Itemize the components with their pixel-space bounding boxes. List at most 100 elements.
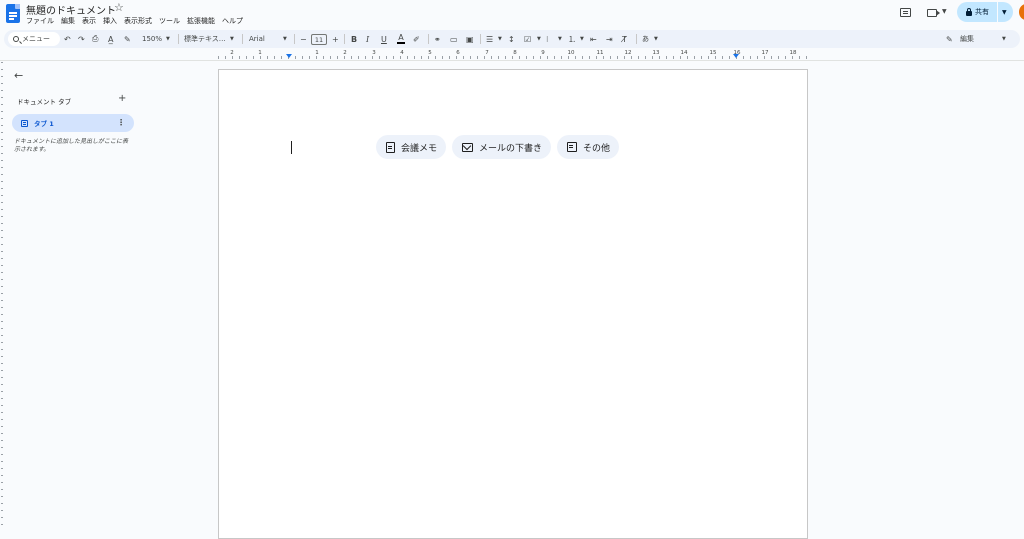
menu-file[interactable]: ファイル <box>26 16 54 26</box>
search-icon <box>13 36 19 42</box>
ruler-number: 1 <box>315 50 319 56</box>
ruler-number: 12 <box>624 50 632 56</box>
avatar[interactable] <box>1019 4 1024 20</box>
checklist-icon[interactable]: ☑ <box>524 30 531 48</box>
ruler-ticks <box>218 56 808 59</box>
chevron-down-icon[interactable]: ▼ <box>942 8 947 15</box>
ruler-number: 6 <box>456 50 460 56</box>
print-icon[interactable]: ⎙ <box>92 30 98 48</box>
spellcheck-icon[interactable]: A̲ <box>108 30 113 48</box>
chevron-down-icon[interactable]: ▼ <box>166 30 170 48</box>
menu-help[interactable]: ヘルプ <box>222 16 243 26</box>
chevron-down-icon[interactable]: ▼ <box>558 30 562 48</box>
more-chip[interactable]: その他 <box>557 135 620 159</box>
chip-label: 会議メモ <box>401 143 438 154</box>
ruler-number: 3 <box>372 50 376 56</box>
chevron-down-icon[interactable]: ▼ <box>498 30 502 48</box>
divider <box>636 34 637 44</box>
align-icon[interactable]: ☰ <box>486 30 493 48</box>
divider <box>344 34 345 44</box>
menu-format[interactable]: 表示形式 <box>124 16 152 26</box>
menu-bar: ファイル 編集 表示 挿入 表示形式 ツール 拡張機能 ヘルプ <box>26 16 243 26</box>
star-icon[interactable]: ☆ <box>114 1 124 14</box>
search-placeholder: メニュー <box>22 35 50 43</box>
line-spacing-icon[interactable]: ↕ <box>508 30 515 48</box>
email-draft-chip[interactable]: メールの下書き <box>452 135 552 159</box>
divider <box>242 34 243 44</box>
divider <box>428 34 429 44</box>
ruler-number: 2 <box>343 50 347 56</box>
more-vert-icon[interactable]: ⋮ <box>117 118 125 127</box>
menu-tools[interactable]: ツール <box>159 16 180 26</box>
document-title[interactable]: 無題のドキュメント <box>26 2 116 17</box>
chevron-down-icon[interactable]: ▼ <box>1002 30 1006 48</box>
divider <box>178 34 179 44</box>
menu-extensions[interactable]: 拡張機能 <box>187 16 215 26</box>
docs-logo-icon[interactable] <box>6 4 20 23</box>
numbered-list-icon[interactable]: ⒈ <box>568 30 576 48</box>
decrease-indent-icon[interactable]: ⇤ <box>590 30 597 48</box>
ruler-number: 8 <box>513 50 517 56</box>
ruler-number: 4 <box>400 50 404 56</box>
ruler-number: 9 <box>541 50 545 56</box>
plus-icon[interactable]: + <box>118 93 126 104</box>
plus-icon[interactable]: + <box>332 30 339 48</box>
ruler-number: 13 <box>652 50 660 56</box>
share-main[interactable]: 共有 <box>957 2 997 22</box>
left-indent-marker[interactable] <box>286 54 292 58</box>
document-page[interactable]: 会議メモ メールの下書き その他 <box>218 69 808 539</box>
undo-icon[interactable]: ↶ <box>64 30 71 48</box>
ruler-number: 17 <box>761 50 769 56</box>
minus-icon[interactable]: − <box>300 30 307 48</box>
paint-format-icon[interactable]: ✎ <box>124 30 131 48</box>
right-indent-marker[interactable] <box>733 54 739 58</box>
bold-button[interactable]: B <box>351 30 357 48</box>
chevron-down-icon[interactable]: ▼ <box>654 30 658 48</box>
meet-icon[interactable] <box>927 9 940 17</box>
redo-icon[interactable]: ↷ <box>78 30 85 48</box>
ruler-number: 18 <box>789 50 797 56</box>
italic-button[interactable]: I <box>366 30 369 48</box>
comment-history-icon[interactable] <box>900 8 911 17</box>
chevron-down-icon[interactable]: ▼ <box>283 30 287 48</box>
tab-1[interactable]: タブ 1 ⋮ <box>12 114 134 132</box>
image-icon[interactable]: ▣ <box>466 30 474 48</box>
menu-edit[interactable]: 編集 <box>61 16 75 26</box>
meeting-notes-chip[interactable]: 会議メモ <box>376 135 447 159</box>
underline-button[interactable]: U <box>381 30 387 48</box>
mail-icon <box>462 142 474 152</box>
highlight-icon[interactable]: ✐ <box>413 30 420 48</box>
toolbar: メニュー ↶ ↷ ⎙ A̲ ✎ 150% ▼ 標準テキス… ▼ Arial ▼ … <box>4 30 1020 48</box>
chip-label: その他 <box>583 143 611 154</box>
tab-icon <box>21 119 28 127</box>
input-tools-button[interactable]: あ <box>642 30 649 48</box>
menu-search-input[interactable]: メニュー <box>8 32 60 46</box>
add-comment-icon[interactable]: ▭ <box>450 30 458 48</box>
tabs-header: ドキュメント タブ <box>17 98 72 106</box>
mode-select[interactable]: 編集 <box>960 30 974 48</box>
divider <box>294 34 295 44</box>
horizontal-ruler[interactable]: 2 1 1 2 3 4 5 6 7 8 9 10 11 12 13 14 15 … <box>218 50 808 60</box>
clear-formatting-icon[interactable]: T̸ <box>622 30 627 48</box>
zoom-select[interactable]: 150% <box>142 30 162 48</box>
title-bar: 無題のドキュメント ☆ ファイル 編集 表示 挿入 表示形式 ツール 拡張機能 … <box>0 0 1024 28</box>
text-color-button[interactable]: A <box>397 30 405 48</box>
chevron-down-icon[interactable]: ▼ <box>230 30 234 48</box>
outline-hint: ドキュメントに追加した見出しがここに表示されます。 <box>14 138 129 153</box>
ruler-number: 7 <box>485 50 489 56</box>
chevron-down-icon[interactable]: ▼ <box>580 30 584 48</box>
pencil-icon[interactable]: ✎ <box>946 30 953 48</box>
share-button[interactable]: 共有 ▼ <box>957 2 1013 22</box>
menu-view[interactable]: 表示 <box>82 16 96 26</box>
font-size-input[interactable]: 11 <box>311 34 327 45</box>
chevron-down-icon[interactable]: ▼ <box>537 30 541 48</box>
back-arrow-icon[interactable]: ← <box>14 69 23 82</box>
style-select[interactable]: 標準テキス… <box>184 30 226 48</box>
menu-insert[interactable]: 挿入 <box>103 16 117 26</box>
link-icon[interactable]: ⚭ <box>434 30 441 48</box>
bulleted-list-icon[interactable]: ⁝ <box>546 30 549 48</box>
increase-indent-icon[interactable]: ⇥ <box>606 30 613 48</box>
ruler-number: 15 <box>709 50 717 56</box>
font-select[interactable]: Arial <box>249 30 265 48</box>
chevron-down-icon[interactable]: ▼ <box>998 9 1007 16</box>
